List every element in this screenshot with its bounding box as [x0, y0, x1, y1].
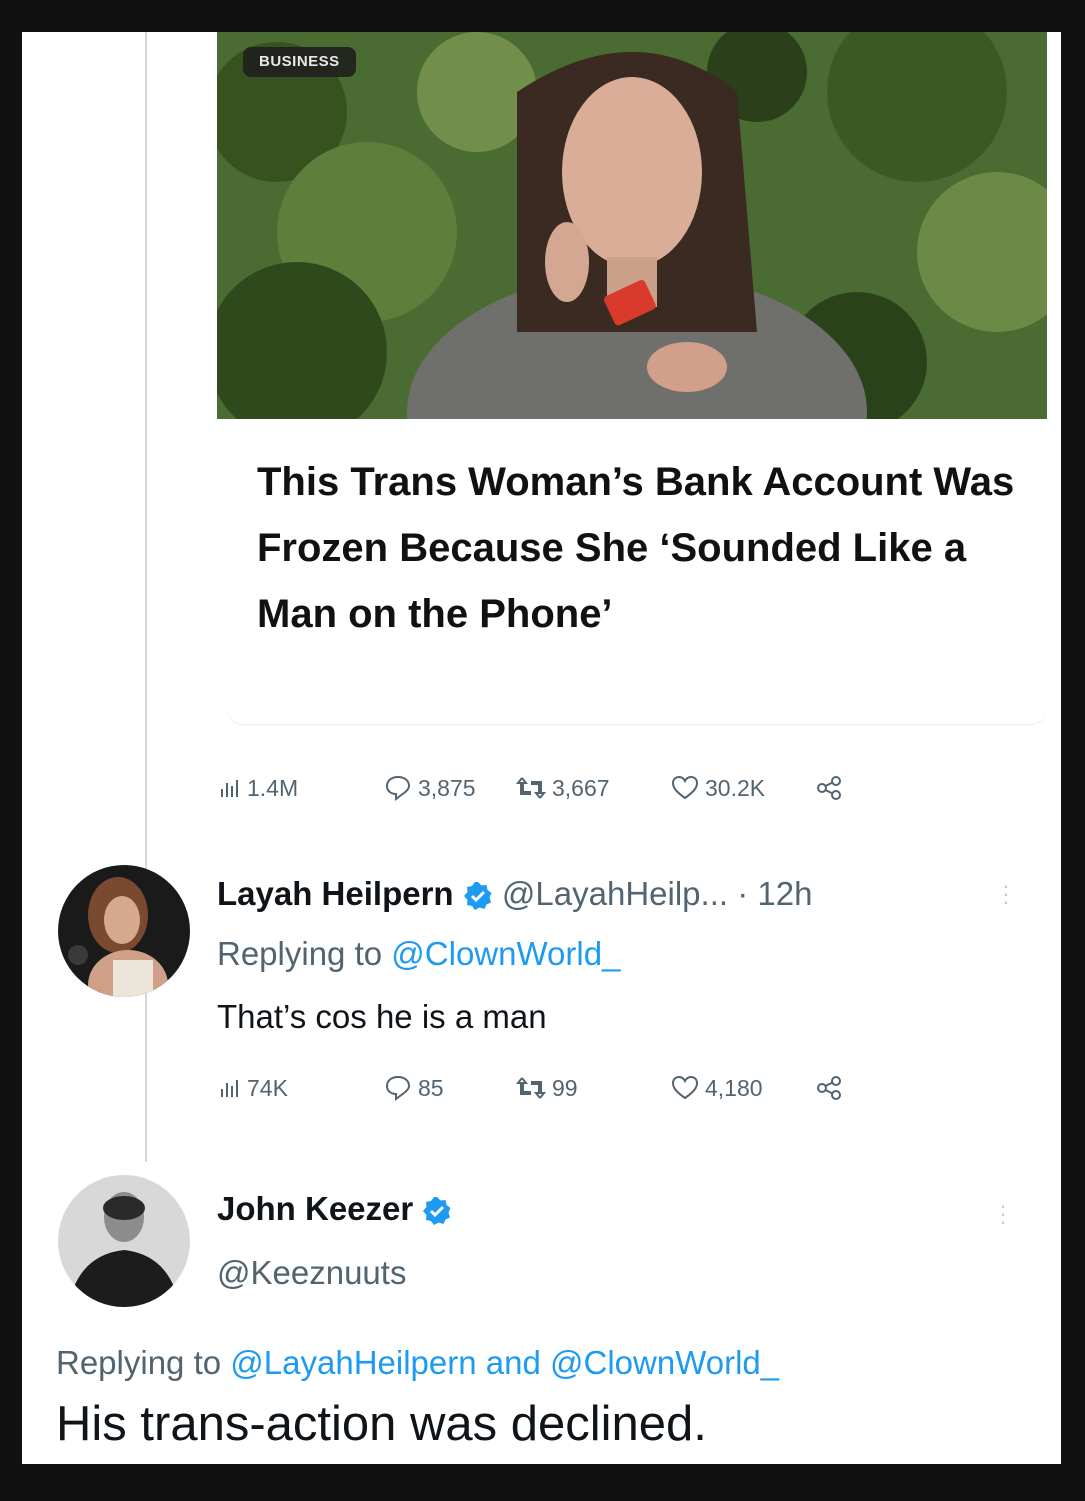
like-count: 4,180: [705, 1074, 763, 1101]
views-icon: [221, 780, 238, 797]
avatar-image: [58, 865, 190, 997]
retweet-count: 99: [552, 1074, 578, 1101]
more-icon[interactable]: · · ·: [1002, 875, 1010, 913]
more-icon[interactable]: · · ·: [999, 1195, 1007, 1233]
like-icon: [671, 775, 699, 800]
views-icon: [221, 1080, 238, 1097]
reply2-header: John Keezer: [217, 1190, 452, 1228]
replying-to-label: Replying to: [217, 935, 383, 972]
avatar-image: [58, 1175, 190, 1307]
retweet-count: 3,667: [552, 774, 610, 801]
reply-count: 85: [418, 1074, 444, 1101]
reply1-actions: 74K 85 99 4,180: [219, 1072, 939, 1104]
retweet-button[interactable]: 3,667: [516, 775, 671, 802]
replying-to-label: Replying to: [56, 1344, 222, 1381]
article-photo-image: [217, 32, 1047, 419]
verified-badge-icon: [463, 882, 492, 911]
article-headline[interactable]: This Trans Woman’s Bank Account Was Froz…: [257, 449, 1037, 647]
reply-icon: [385, 1075, 411, 1101]
author-name[interactable]: Layah Heilpern: [217, 875, 454, 912]
like-count: 30.2K: [705, 774, 766, 801]
replying-to-line: Replying to @LayahHeilpern and @ClownWor…: [56, 1344, 779, 1382]
like-button[interactable]: 30.2K: [671, 775, 816, 802]
headline-box[interactable]: This Trans Woman’s Bank Account Was Froz…: [227, 419, 1047, 724]
views-count: 74K: [247, 1074, 288, 1101]
reply-count: 3,875: [418, 774, 476, 801]
article-photo[interactable]: BUSINESS: [217, 32, 1047, 419]
share-icon: [817, 776, 841, 800]
reply-button[interactable]: 85: [384, 1075, 516, 1102]
views-count: 1.4M: [247, 774, 299, 801]
reply-button[interactable]: 3,875: [384, 775, 516, 802]
like-icon: [671, 1075, 699, 1100]
avatar[interactable]: [58, 865, 190, 997]
share-button[interactable]: [816, 1075, 842, 1101]
reply1-text: That’s cos he is a man: [217, 998, 547, 1035]
replying-to-line: Replying to @ClownWorld_: [217, 935, 620, 973]
author-name[interactable]: John Keezer: [217, 1190, 413, 1227]
like-button[interactable]: 4,180: [671, 1075, 816, 1102]
category-badge: BUSINESS: [243, 47, 356, 77]
views-stat[interactable]: 1.4M: [219, 775, 384, 802]
timestamp[interactable]: · 12h: [737, 875, 812, 912]
views-stat[interactable]: 74K: [219, 1075, 384, 1102]
screenshot-frame: BUSINESS This Trans Woman’s Bank Account…: [22, 32, 1061, 1464]
verified-badge-icon: [423, 1197, 451, 1226]
reply1-header: Layah Heilpern @LayahHeilp... · 12h: [217, 875, 1017, 913]
article-card[interactable]: BUSINESS This Trans Woman’s Bank Account…: [217, 32, 1047, 732]
retweet-icon: [516, 777, 546, 799]
share-button[interactable]: [816, 775, 842, 801]
retweet-button[interactable]: 99: [516, 1075, 671, 1102]
reply-icon: [385, 775, 411, 801]
reply2-text: His trans-action was declined.: [56, 1397, 707, 1451]
replying-to-handle[interactable]: @LayahHeilpern: [230, 1344, 476, 1381]
avatar[interactable]: [58, 1175, 190, 1307]
replying-to-handle[interactable]: @ClownWorld_: [550, 1344, 779, 1381]
replying-to-handle[interactable]: @ClownWorld_: [391, 935, 620, 972]
author-handle[interactable]: @LayahHeilp...: [502, 875, 728, 912]
replying-to-and: and: [485, 1344, 541, 1381]
retweet-icon: [516, 1077, 546, 1099]
share-icon: [817, 1076, 841, 1100]
main-tweet-actions: 1.4M 3,875 3,667 30.2K: [219, 772, 939, 804]
author-handle[interactable]: @Keeznuuts: [217, 1254, 406, 1292]
